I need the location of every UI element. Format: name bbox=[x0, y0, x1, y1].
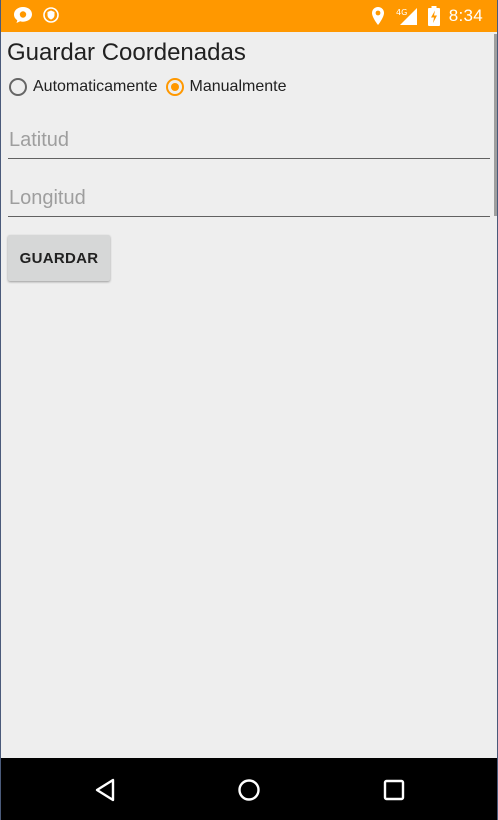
location-pin-icon bbox=[371, 6, 385, 26]
latitude-input[interactable] bbox=[8, 125, 490, 159]
recent-apps-square-icon[interactable] bbox=[378, 774, 410, 806]
radio-automaticamente[interactable]: Automaticamente bbox=[9, 78, 158, 96]
radio-checked-icon bbox=[165, 78, 184, 96]
longitude-input[interactable] bbox=[8, 183, 490, 217]
chat-notification-icon bbox=[13, 6, 33, 24]
radio-manualmente[interactable]: Manualmente bbox=[165, 78, 287, 96]
page-title: Guardar Coordenadas bbox=[7, 39, 246, 66]
battery-charging-icon bbox=[427, 5, 441, 27]
clock-time: 8:34 bbox=[448, 6, 483, 25]
home-circle-icon[interactable] bbox=[233, 774, 265, 806]
signal-icon: 4G bbox=[393, 6, 419, 26]
shield-notification-icon bbox=[43, 6, 59, 24]
system-status: 4G 8:34 bbox=[371, 5, 483, 27]
location-mode-radio-group: Automaticamente Manualmente bbox=[9, 78, 294, 96]
notification-icons bbox=[13, 6, 59, 24]
radio-selected-dot bbox=[170, 83, 179, 91]
network-type-label: 4G bbox=[396, 8, 407, 17]
app-screen: 4G 8:34 Guardar Coordenadas Automaticame… bbox=[0, 0, 498, 820]
status-bar: 4G 8:34 bbox=[1, 0, 497, 32]
back-triangle-icon[interactable] bbox=[89, 774, 121, 806]
radio-label-manualmente: Manualmente bbox=[189, 78, 287, 95]
radio-label-automaticamente: Automaticamente bbox=[33, 78, 158, 95]
radio-unchecked-icon bbox=[9, 78, 27, 96]
save-button[interactable]: GUARDAR bbox=[8, 235, 110, 281]
navigation-bar bbox=[1, 758, 497, 820]
scrollbar[interactable] bbox=[494, 34, 497, 216]
